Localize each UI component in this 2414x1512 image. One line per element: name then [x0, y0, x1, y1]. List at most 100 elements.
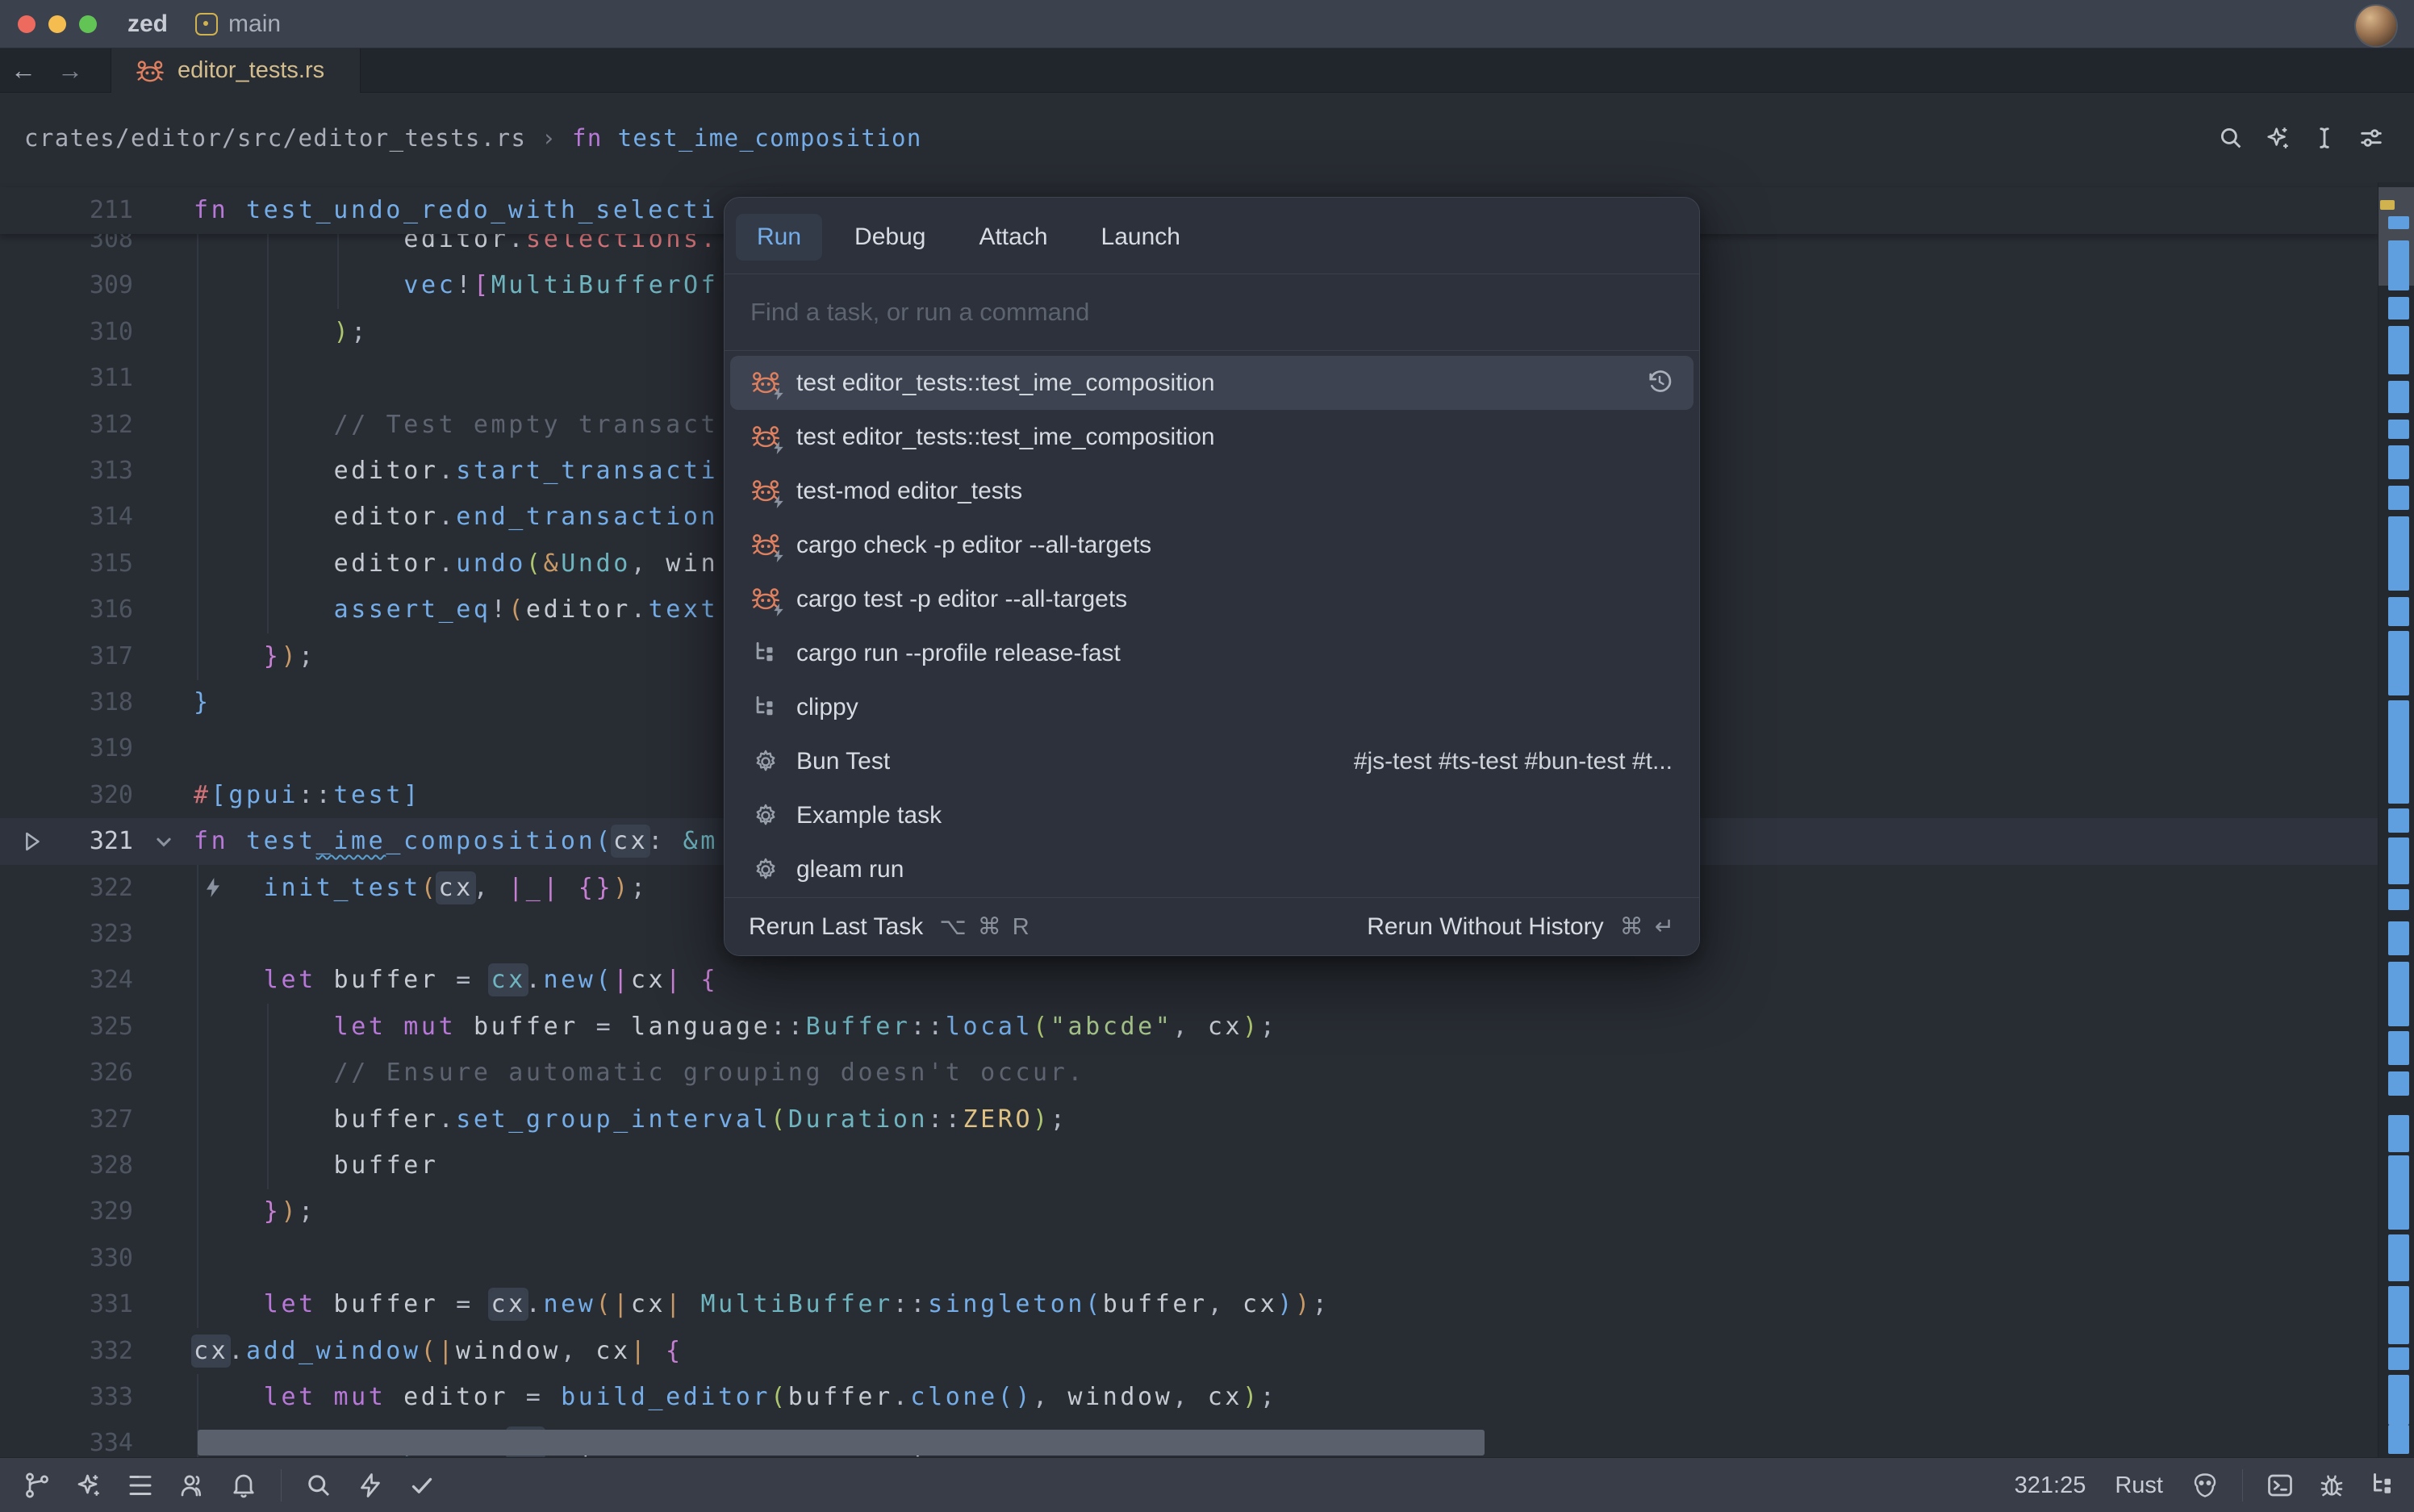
fold-chevron-down-icon[interactable] — [150, 828, 178, 875]
indent-guide — [197, 1235, 198, 1282]
copilot-icon[interactable] — [2191, 1471, 2220, 1500]
rerun-last-task-label: Rerun Last Task — [749, 913, 923, 941]
code-line[interactable]: 329}); — [0, 1188, 2378, 1235]
code-line[interactable]: 325let mut buffer = language::Buffer::lo… — [0, 1004, 2378, 1050]
indent-guide — [197, 633, 198, 680]
code-token: ) — [1015, 1383, 1033, 1411]
code-line[interactable]: 332 cx.add_window(|window, cx| { — [0, 1328, 2378, 1375]
task-label: clippy — [796, 694, 858, 721]
editor-controls-sliders-icon[interactable] — [2358, 124, 2385, 152]
code-line[interactable]: 327buffer.set_group_interval(Duration::Z… — [0, 1096, 2378, 1143]
navigate-forward-button[interactable]: → — [47, 56, 94, 86]
modal-tab-debug[interactable]: Debug — [833, 214, 946, 261]
navigate-back-button[interactable]: ← — [0, 56, 47, 86]
code-token — [543, 1383, 561, 1411]
user-avatar[interactable] — [2356, 6, 2396, 46]
line-number: 328 — [32, 1142, 133, 1189]
code-token: | — [438, 1337, 456, 1365]
task-item[interactable]: clippy — [730, 680, 1694, 734]
scrollbar-match-mark — [2388, 808, 2409, 833]
code-line[interactable]: 326// Ensure automatic grouping doesn't … — [0, 1050, 2378, 1096]
code-token: cx — [491, 966, 525, 994]
task-item[interactable]: test-mod editor_tests — [730, 464, 1694, 518]
code-token: editor — [334, 503, 439, 531]
scrollbar-match-mark — [2388, 1375, 2409, 1425]
modal-tab-launch[interactable]: Launch — [1080, 214, 1201, 261]
code-line[interactable]: 330 — [0, 1235, 2378, 1282]
code-token: | — [613, 966, 631, 994]
modal-tab-run[interactable]: Run — [736, 214, 822, 261]
task-item[interactable]: test editor_tests::test_ime_composition — [730, 356, 1694, 410]
task-item[interactable]: gleam run — [730, 842, 1694, 896]
code-line[interactable]: 324let buffer = cx.new(|cx| { — [0, 957, 2378, 1004]
task-item[interactable]: cargo run --profile release-fast — [730, 626, 1694, 680]
rust-task-icon — [750, 370, 781, 397]
project-search-icon[interactable] — [304, 1471, 333, 1500]
rerun-last-task-button[interactable]: Rerun Last Task ⌥ ⌘ R — [749, 913, 1032, 941]
line-number: 211 — [32, 187, 133, 234]
task-item[interactable]: cargo check -p editor --all-targets — [730, 518, 1694, 572]
code-token — [683, 966, 701, 994]
scrollbar-match-mark — [2388, 597, 2409, 626]
code-token: add_window — [246, 1337, 421, 1365]
indent-guide — [197, 865, 198, 912]
minimize-window-button[interactable] — [48, 15, 66, 33]
code-token: cx — [438, 874, 473, 902]
rerun-without-history-button[interactable]: Rerun Without History ⌘ ↵ — [1367, 913, 1677, 941]
tab-editor-tests[interactable]: editor_tests.rs — [111, 48, 361, 93]
inline-assist-sparkles-icon[interactable] — [2264, 124, 2291, 152]
cursor-position[interactable]: 321:25 — [2015, 1472, 2086, 1499]
terminal-panel-icon[interactable] — [2266, 1471, 2295, 1500]
task-search-input[interactable] — [749, 297, 1639, 328]
horizontal-scrollbar-thumb[interactable] — [198, 1430, 1485, 1456]
code-line-text: cx.add_window(|window, cx| { — [194, 1328, 683, 1375]
rust-file-icon — [136, 59, 165, 83]
code-line-text: let mut editor = build_editor(buffer.clo… — [264, 1374, 1278, 1421]
task-item[interactable]: Bun Test#js-test #ts-test #bun-test #t..… — [730, 734, 1694, 788]
code-token: { — [700, 966, 718, 994]
code-token: |_| — [508, 874, 561, 902]
text-cursor-icon[interactable] — [2311, 124, 2338, 152]
task-item[interactable]: Example task — [730, 788, 1694, 842]
vertical-scrollbar[interactable] — [2378, 182, 2414, 1457]
assistant-sparkles-icon[interactable] — [74, 1471, 103, 1500]
line-number: 323 — [32, 911, 133, 958]
debugger-bug-icon[interactable] — [2317, 1471, 2346, 1500]
code-line[interactable]: 328buffer — [0, 1142, 2378, 1189]
breadcrumb[interactable]: crates/editor/src/editor_tests.rs › fn t… — [24, 124, 922, 152]
code-token: ) — [1242, 1013, 1260, 1041]
close-window-button[interactable] — [18, 15, 36, 33]
git-branch-icon[interactable] — [23, 1471, 52, 1500]
zoom-window-button[interactable] — [79, 15, 97, 33]
app-title: zed — [127, 10, 168, 38]
performance-zap-icon[interactable] — [356, 1471, 385, 1500]
language-selector[interactable]: Rust — [2115, 1472, 2163, 1499]
code-token: . — [526, 1290, 544, 1318]
project-branch-button[interactable]: main — [195, 10, 281, 38]
code-action-zap-icon[interactable] — [200, 875, 228, 921]
buffer-search-icon[interactable] — [2217, 124, 2245, 152]
collaborators-icon[interactable] — [178, 1471, 207, 1500]
code-token: MultiBuffer — [700, 1290, 892, 1318]
diagnostics-check-icon[interactable] — [407, 1471, 436, 1500]
indent-guide — [197, 1096, 198, 1143]
line-number: 312 — [32, 402, 133, 449]
task-label: test-mod editor_tests — [796, 478, 1022, 505]
code-token: let — [264, 1290, 316, 1318]
code-token: = — [456, 966, 474, 994]
tasks-list-tree-icon[interactable] — [2369, 1471, 2398, 1500]
code-token: ( — [595, 827, 613, 855]
notifications-bell-icon[interactable] — [229, 1471, 258, 1500]
task-item[interactable]: test editor_tests::test_ime_composition — [730, 410, 1694, 464]
code-token: let — [264, 1383, 316, 1411]
modal-tab-attach[interactable]: Attach — [958, 214, 1068, 261]
outline-list-tree-icon[interactable] — [126, 1471, 155, 1500]
line-number: 332 — [32, 1328, 133, 1375]
task-label: cargo check -p editor --all-targets — [796, 532, 1151, 559]
run-test-play-icon[interactable] — [18, 828, 45, 875]
code-token: fn — [194, 196, 228, 224]
code-line[interactable]: 333let mut editor = build_editor(buffer.… — [0, 1374, 2378, 1421]
code-line[interactable]: 331let buffer = cx.new(|cx| MultiBuffer:… — [0, 1281, 2378, 1328]
code-token: :: — [893, 1290, 928, 1318]
task-item[interactable]: cargo test -p editor --all-targets — [730, 572, 1694, 626]
